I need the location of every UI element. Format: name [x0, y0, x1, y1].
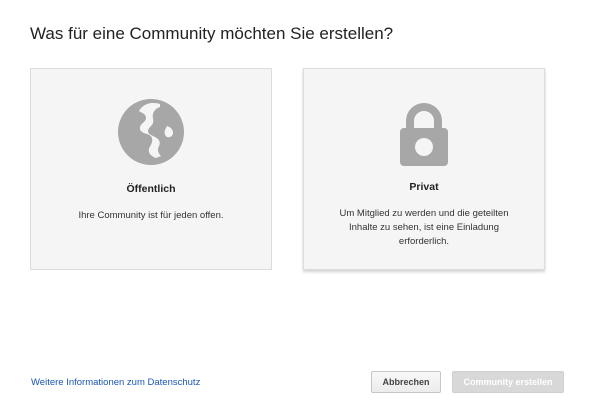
globe-icon — [118, 99, 184, 165]
option-public-title: Öffentlich — [126, 183, 176, 195]
lock-icon — [400, 103, 448, 166]
option-public-card[interactable]: Öffentlich Ihre Community ist für jeden … — [30, 68, 272, 270]
privacy-info-link[interactable]: Weitere Informationen zum Datenschutz — [31, 377, 200, 388]
option-private-description: Um Mitglied zu werden und die geteilten … — [339, 208, 509, 247]
option-private-title: Privat — [409, 181, 439, 193]
dialog-title: Was für eine Community möchten Sie erste… — [30, 24, 394, 43]
cancel-button[interactable]: Abbrechen — [371, 371, 441, 393]
option-private-card[interactable]: Privat Um Mitglied zu werden und die get… — [303, 68, 545, 270]
create-community-button[interactable]: Community erstellen — [452, 371, 564, 393]
option-public-description: Ihre Community ist für jeden offen. — [78, 210, 224, 221]
